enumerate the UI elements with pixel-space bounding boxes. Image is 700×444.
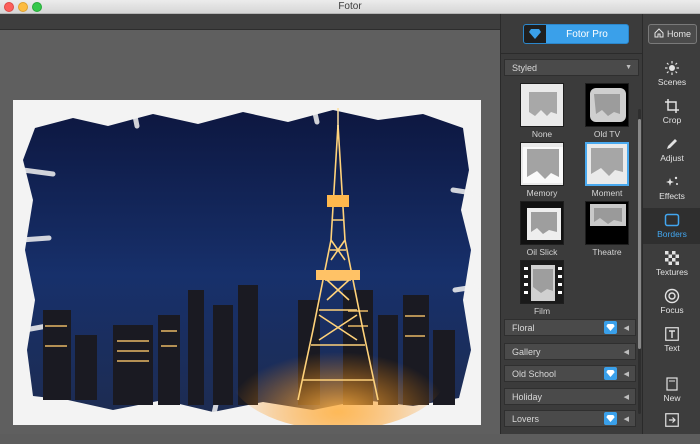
home-button[interactable]: Home bbox=[648, 24, 697, 44]
sun-icon bbox=[643, 59, 700, 77]
thumb-label: Old TV bbox=[593, 129, 621, 139]
window-title: Fotor bbox=[338, 1, 362, 12]
thumb-label: None bbox=[531, 129, 553, 139]
section-label: Lovers bbox=[512, 414, 540, 424]
tool-effects[interactable]: Effects bbox=[643, 170, 700, 206]
photo-canvas[interactable] bbox=[0, 30, 500, 434]
focus-icon bbox=[643, 287, 700, 305]
home-icon bbox=[654, 28, 664, 40]
section-old-school[interactable]: Old School ◀ bbox=[504, 365, 636, 382]
pencil-icon bbox=[643, 135, 700, 153]
diamond-icon bbox=[524, 25, 546, 43]
thumb-image bbox=[585, 83, 629, 127]
thumb-image bbox=[520, 142, 564, 186]
section-floral[interactable]: Floral ◀ bbox=[504, 319, 636, 336]
tool-crop[interactable]: Crop bbox=[643, 94, 700, 130]
new-icon bbox=[643, 375, 700, 393]
tool-label: Textures bbox=[655, 267, 689, 277]
thumb-image bbox=[585, 201, 629, 245]
section-lovers[interactable]: Lovers ◀ bbox=[504, 410, 636, 427]
tool-text[interactable]: Text bbox=[643, 322, 700, 358]
thumb-image bbox=[520, 260, 564, 304]
panel-scrollbar[interactable] bbox=[638, 109, 641, 414]
caret-down-icon: ▼ bbox=[625, 64, 632, 71]
tool-focus[interactable]: Focus bbox=[643, 284, 700, 320]
crop-icon bbox=[643, 97, 700, 115]
tool-borders[interactable]: Borders bbox=[643, 208, 700, 244]
section-label: Old School bbox=[512, 369, 557, 379]
section-holiday[interactable]: Holiday ◀ bbox=[504, 388, 636, 405]
border-frame-icon bbox=[643, 211, 700, 229]
tool-label: Borders bbox=[657, 229, 687, 239]
thumb-none[interactable]: None bbox=[519, 83, 565, 139]
pro-button-label: Fotor Pro bbox=[566, 28, 608, 40]
tool-new[interactable]: New bbox=[643, 372, 700, 408]
tool-label: New bbox=[663, 393, 681, 403]
thumb-image bbox=[520, 201, 564, 245]
export-icon bbox=[643, 411, 700, 429]
tokyo-tower-photo bbox=[18, 101, 481, 425]
caret-left-icon: ◀ bbox=[623, 371, 629, 378]
section-label: Floral bbox=[512, 323, 535, 333]
tool-label: Scenes bbox=[657, 77, 687, 87]
sparkle-icon bbox=[643, 173, 700, 191]
bordered-photo[interactable] bbox=[13, 100, 481, 425]
border-thumbnails: None Old TV Memory Moment Oil Slick Thea… bbox=[504, 77, 634, 317]
tool-adjust[interactable]: Adjust bbox=[643, 132, 700, 168]
checker-icon bbox=[643, 249, 700, 267]
tool-label: Focus bbox=[660, 305, 684, 315]
fotor-pro-button[interactable]: Fotor Pro bbox=[523, 24, 629, 44]
thumb-film[interactable]: Film bbox=[519, 260, 565, 316]
thumb-label: Moment bbox=[591, 188, 623, 198]
caret-left-icon: ◀ bbox=[623, 416, 629, 423]
pro-bar: Fotor Pro bbox=[501, 14, 643, 54]
thumb-moment[interactable]: Moment bbox=[584, 142, 630, 198]
section-styled[interactable]: Styled ▼ bbox=[504, 59, 639, 76]
title-bar: Fotor bbox=[0, 0, 700, 14]
thumb-label: Memory bbox=[526, 188, 558, 198]
thumb-image-selected bbox=[585, 142, 629, 186]
section-label: Gallery bbox=[512, 347, 541, 357]
thumb-label: Oil Slick bbox=[526, 247, 558, 257]
tool-label: Effects bbox=[659, 191, 685, 201]
thumb-old-tv[interactable]: Old TV bbox=[584, 83, 630, 139]
caret-left-icon: ◀ bbox=[623, 325, 629, 332]
thumb-memory[interactable]: Memory bbox=[519, 142, 565, 198]
canvas-toolbar bbox=[0, 14, 500, 30]
tool-label: Text bbox=[664, 343, 680, 353]
text-icon bbox=[643, 325, 700, 343]
borders-panel: Fotor Pro Styled ▼ None Old TV Memory Mo… bbox=[500, 14, 643, 434]
thumb-oil-slick[interactable]: Oil Slick bbox=[519, 201, 565, 257]
caret-left-icon: ◀ bbox=[623, 349, 629, 356]
caret-left-icon: ◀ bbox=[623, 394, 629, 401]
tool-textures[interactable]: Textures bbox=[643, 246, 700, 282]
section-label: Holiday bbox=[512, 392, 543, 402]
section-label: Styled bbox=[512, 63, 538, 73]
diamond-icon bbox=[604, 321, 617, 334]
section-gallery[interactable]: Gallery ◀ bbox=[504, 343, 636, 360]
tool-scenes[interactable]: Scenes bbox=[643, 56, 700, 92]
export-button[interactable] bbox=[643, 408, 700, 444]
thumb-image bbox=[520, 83, 564, 127]
thumb-theatre[interactable]: Theatre bbox=[584, 201, 630, 257]
tool-sidebar: Home Scenes Crop Adjust Effects Borders … bbox=[642, 14, 700, 434]
tool-label: Adjust bbox=[660, 153, 684, 163]
thumb-label: Film bbox=[533, 306, 551, 316]
scrollbar-thumb[interactable] bbox=[638, 119, 641, 349]
diamond-icon bbox=[604, 367, 617, 380]
tool-label: Crop bbox=[662, 115, 682, 125]
thumb-label: Theatre bbox=[592, 247, 622, 257]
home-label: Home bbox=[666, 29, 691, 39]
diamond-icon bbox=[604, 412, 617, 425]
